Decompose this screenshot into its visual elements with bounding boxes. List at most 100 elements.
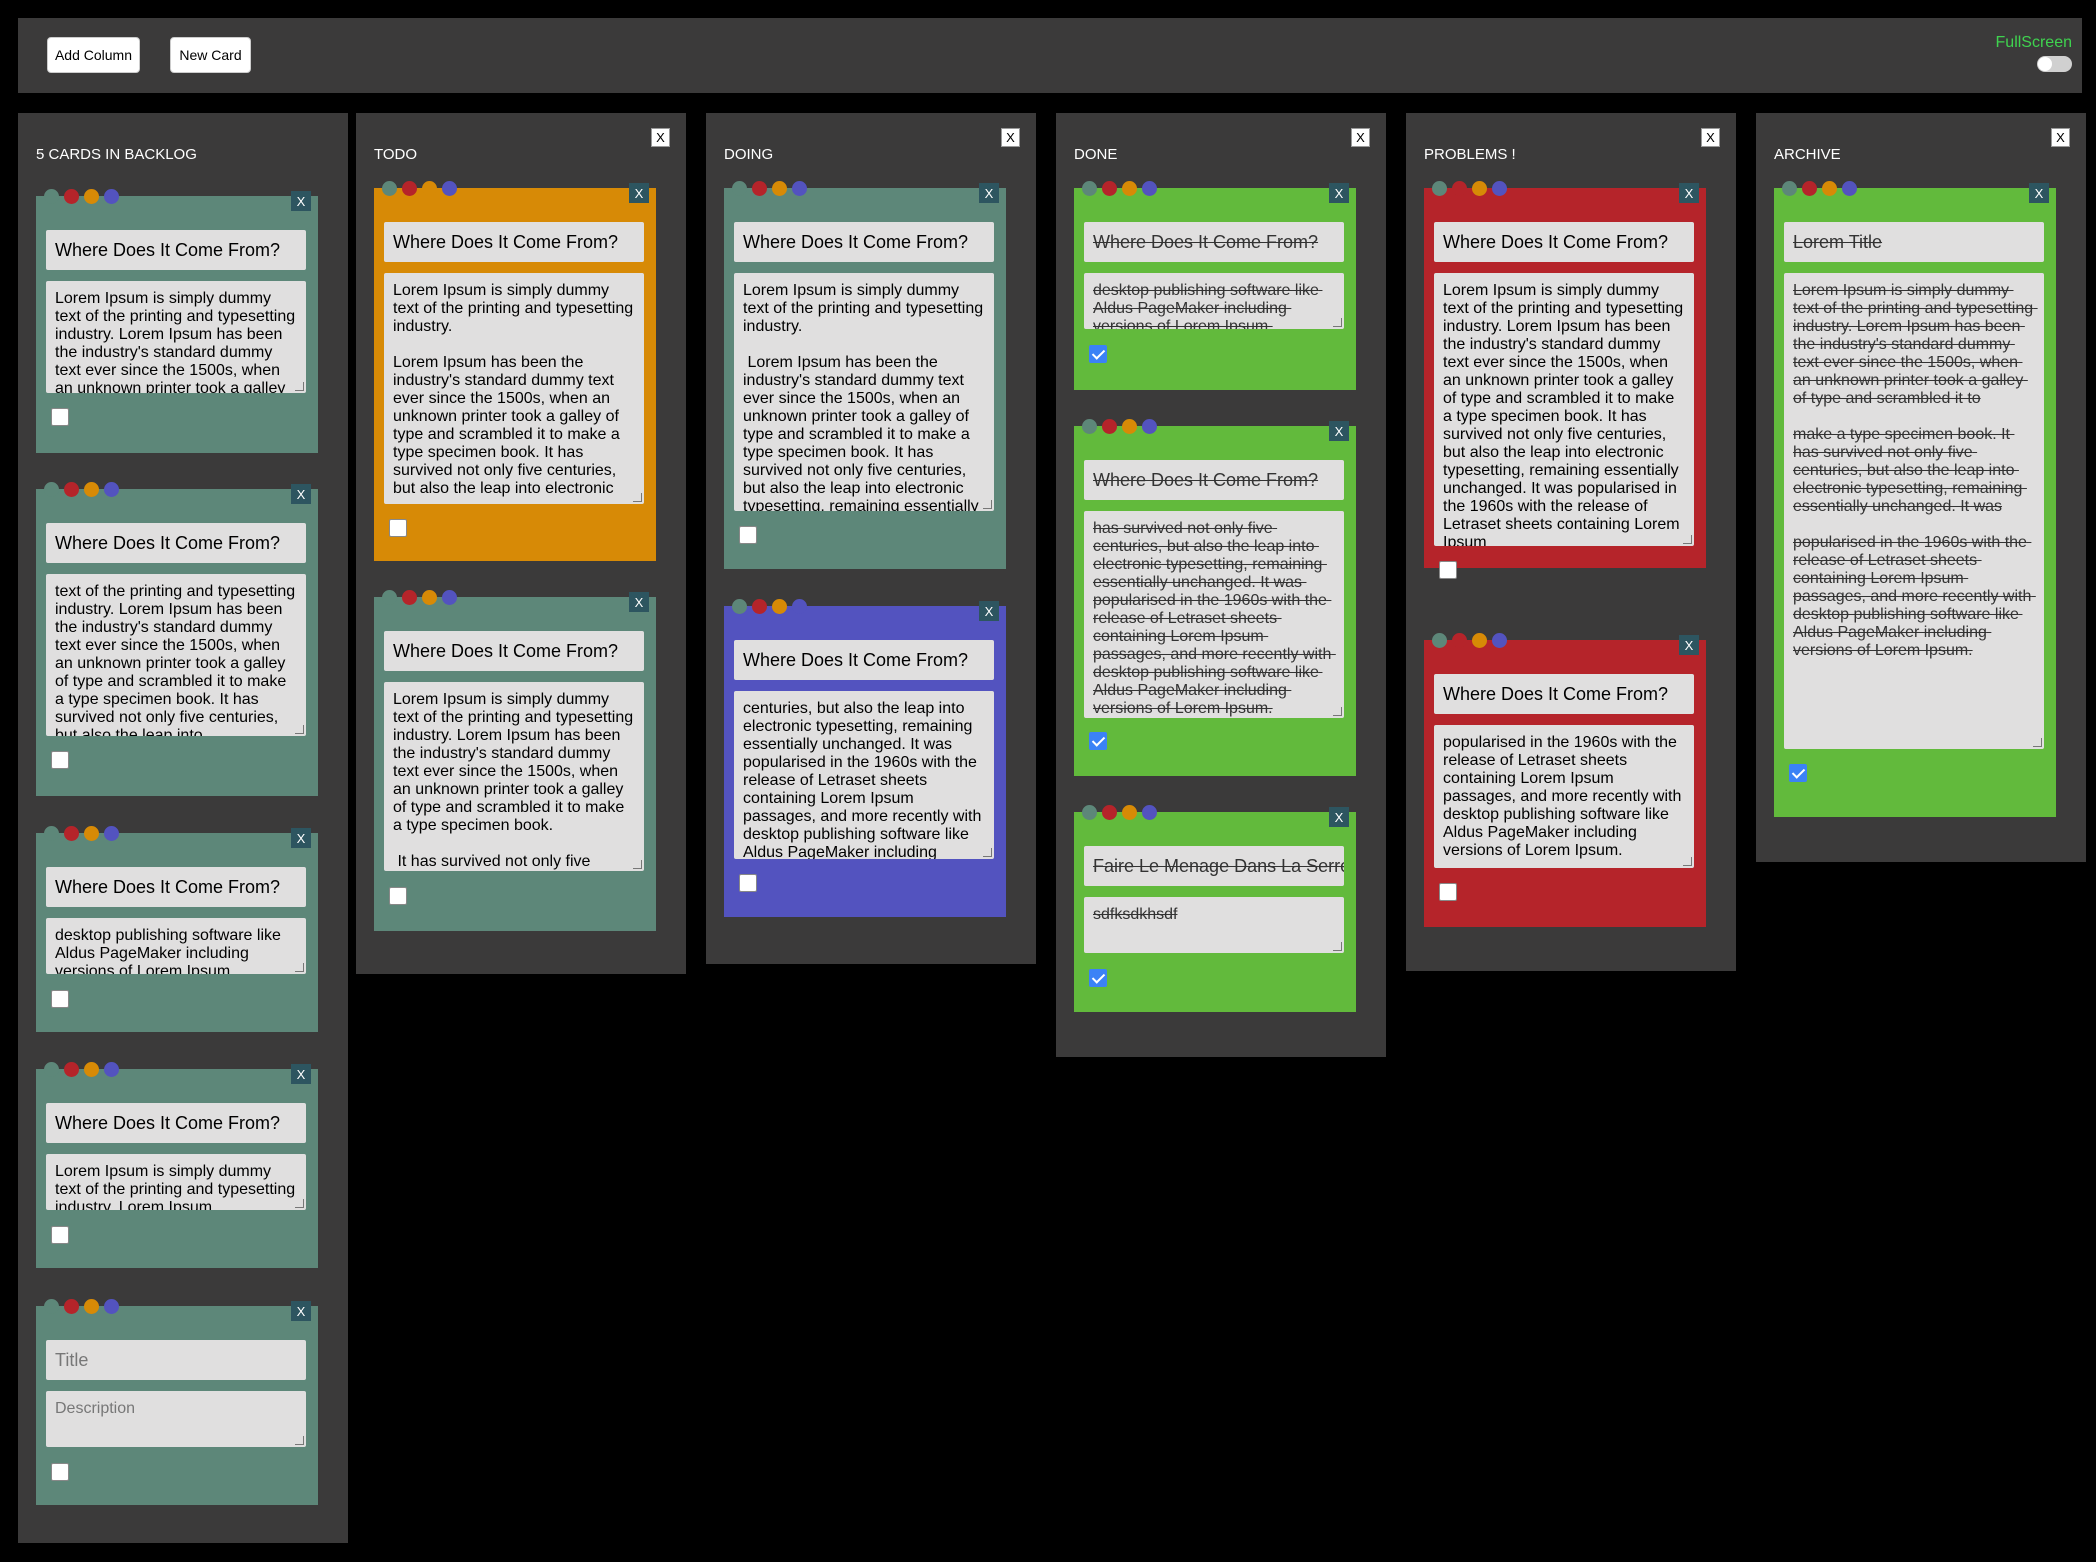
card[interactable]: X Where Does It Come From? Lorem Ipsum i… xyxy=(36,189,318,453)
color-dot-teal[interactable] xyxy=(1082,805,1097,820)
done-checkbox[interactable] xyxy=(1089,969,1107,987)
color-dot-red[interactable] xyxy=(1452,633,1467,648)
card-description-textarea[interactable]: desktop publishing software like Aldus P… xyxy=(46,918,306,974)
card-description-textarea[interactable]: text of the printing and typesetting ind… xyxy=(46,574,306,736)
color-dot-red[interactable] xyxy=(1102,419,1117,434)
card-description-textarea[interactable]: Lorem Ipsum is simply dummy text of the … xyxy=(384,682,644,871)
add-column-button[interactable]: Add Column xyxy=(47,37,140,73)
color-dot-orange[interactable] xyxy=(1472,181,1487,196)
card-close-button[interactable]: X xyxy=(629,592,649,612)
card-title-input[interactable]: Lorem Title xyxy=(1784,222,2044,262)
card-close-button[interactable]: X xyxy=(1679,183,1699,203)
color-dot-red[interactable] xyxy=(64,482,79,497)
color-dot-blue[interactable] xyxy=(1492,633,1507,648)
color-dot-orange[interactable] xyxy=(1822,181,1837,196)
done-checkbox[interactable] xyxy=(739,526,757,544)
done-checkbox[interactable] xyxy=(1089,732,1107,750)
color-dot-blue[interactable] xyxy=(792,599,807,614)
card-description-textarea[interactable]: Lorem Ipsum is simply dummy text of the … xyxy=(1434,273,1694,546)
card-title-input[interactable]: Where Does It Come From? xyxy=(46,867,306,907)
color-dot-red[interactable] xyxy=(402,590,417,605)
card-description-textarea[interactable]: Lorem Ipsum is simply dummy text of the … xyxy=(384,273,644,504)
card[interactable]: X Faire Le Menage Dans La Serre sdfksdkh… xyxy=(1074,805,1356,1012)
color-dot-orange[interactable] xyxy=(84,189,99,204)
color-dot-orange[interactable] xyxy=(1122,181,1137,196)
color-dot-blue[interactable] xyxy=(1142,419,1157,434)
card-title-input[interactable]: Where Does It Come From? xyxy=(46,523,306,563)
card[interactable]: X Where Does It Come From? desktop publi… xyxy=(1074,181,1356,390)
fullscreen-toggle[interactable] xyxy=(2037,56,2072,72)
done-checkbox[interactable] xyxy=(51,990,69,1008)
color-dot-orange[interactable] xyxy=(422,590,437,605)
color-dot-blue[interactable] xyxy=(442,590,457,605)
new-card-form[interactable]: X Title Description xyxy=(36,1299,318,1505)
color-dot-red[interactable] xyxy=(752,181,767,196)
column-close-button[interactable]: X xyxy=(1351,128,1370,147)
card-description-textarea[interactable]: popularised in the 1960s with the releas… xyxy=(1434,725,1694,868)
color-dot-teal[interactable] xyxy=(1082,419,1097,434)
color-dot-red[interactable] xyxy=(1102,805,1117,820)
color-dot-blue[interactable] xyxy=(1142,181,1157,196)
color-dot-blue[interactable] xyxy=(104,189,119,204)
color-dot-red[interactable] xyxy=(1802,181,1817,196)
done-checkbox[interactable] xyxy=(1439,883,1457,901)
column-close-button[interactable]: X xyxy=(651,128,670,147)
color-dot-orange[interactable] xyxy=(1122,805,1137,820)
color-dot-blue[interactable] xyxy=(104,482,119,497)
color-dot-red[interactable] xyxy=(402,181,417,196)
card-title-input[interactable]: Where Does It Come From? xyxy=(384,631,644,671)
color-dot-teal[interactable] xyxy=(382,181,397,196)
card-description-textarea[interactable]: Description xyxy=(46,1391,306,1447)
done-checkbox[interactable] xyxy=(1439,561,1457,579)
color-dot-blue[interactable] xyxy=(1492,181,1507,196)
color-dot-teal[interactable] xyxy=(1432,633,1447,648)
done-checkbox[interactable] xyxy=(51,1463,69,1481)
card-close-button[interactable]: X xyxy=(1329,421,1349,441)
card-description-textarea[interactable]: Lorem Ipsum is simply dummy text of the … xyxy=(1784,273,2044,749)
done-checkbox[interactable] xyxy=(51,1226,69,1244)
card[interactable]: X Where Does It Come From? Lorem Ipsum i… xyxy=(374,181,656,561)
card[interactable]: X Where Does It Come From? popularised i… xyxy=(1424,633,1706,927)
color-dot-teal[interactable] xyxy=(382,590,397,605)
color-dot-red[interactable] xyxy=(1102,181,1117,196)
card-close-button[interactable]: X xyxy=(1679,635,1699,655)
done-checkbox[interactable] xyxy=(389,519,407,537)
color-dot-red[interactable] xyxy=(64,1062,79,1077)
color-dot-orange[interactable] xyxy=(1472,633,1487,648)
card-close-button[interactable]: X xyxy=(1329,807,1349,827)
card-close-button[interactable]: X xyxy=(1329,183,1349,203)
card-close-button[interactable]: X xyxy=(291,484,311,504)
card-close-button[interactable]: X xyxy=(629,183,649,203)
done-checkbox[interactable] xyxy=(51,751,69,769)
done-checkbox[interactable] xyxy=(1089,345,1107,363)
color-dot-red[interactable] xyxy=(64,1299,79,1314)
card-close-button[interactable]: X xyxy=(291,1064,311,1084)
color-dot-orange[interactable] xyxy=(84,1062,99,1077)
card-close-button[interactable]: X xyxy=(291,1301,311,1321)
color-dot-blue[interactable] xyxy=(104,1299,119,1314)
card-close-button[interactable]: X xyxy=(291,191,311,211)
card-title-input[interactable]: Where Does It Come From? xyxy=(46,1103,306,1143)
done-checkbox[interactable] xyxy=(739,874,757,892)
new-card-button[interactable]: New Card xyxy=(170,37,251,73)
color-dot-orange[interactable] xyxy=(1122,419,1137,434)
done-checkbox[interactable] xyxy=(51,408,69,426)
color-dot-red[interactable] xyxy=(64,189,79,204)
card[interactable]: X Where Does It Come From? Lorem Ipsum i… xyxy=(374,590,656,931)
color-dot-orange[interactable] xyxy=(422,181,437,196)
card-title-input[interactable]: Where Does It Come From? xyxy=(46,230,306,270)
color-dot-orange[interactable] xyxy=(84,482,99,497)
color-dot-teal[interactable] xyxy=(1082,181,1097,196)
color-dot-blue[interactable] xyxy=(442,181,457,196)
card-close-button[interactable]: X xyxy=(979,601,999,621)
color-dot-teal[interactable] xyxy=(732,599,747,614)
color-dot-teal[interactable] xyxy=(1432,181,1447,196)
card-title-input[interactable]: Where Does It Come From? xyxy=(734,640,994,680)
color-dot-blue[interactable] xyxy=(1842,181,1857,196)
color-dot-blue[interactable] xyxy=(1142,805,1157,820)
card-title-input[interactable]: Faire Le Menage Dans La Serre xyxy=(1084,846,1344,886)
color-dot-red[interactable] xyxy=(752,599,767,614)
card-title-input[interactable]: Where Does It Come From? xyxy=(1084,222,1344,262)
card[interactable]: X Where Does It Come From? text of the p… xyxy=(36,482,318,796)
card-title-input[interactable]: Where Does It Come From? xyxy=(1084,460,1344,500)
